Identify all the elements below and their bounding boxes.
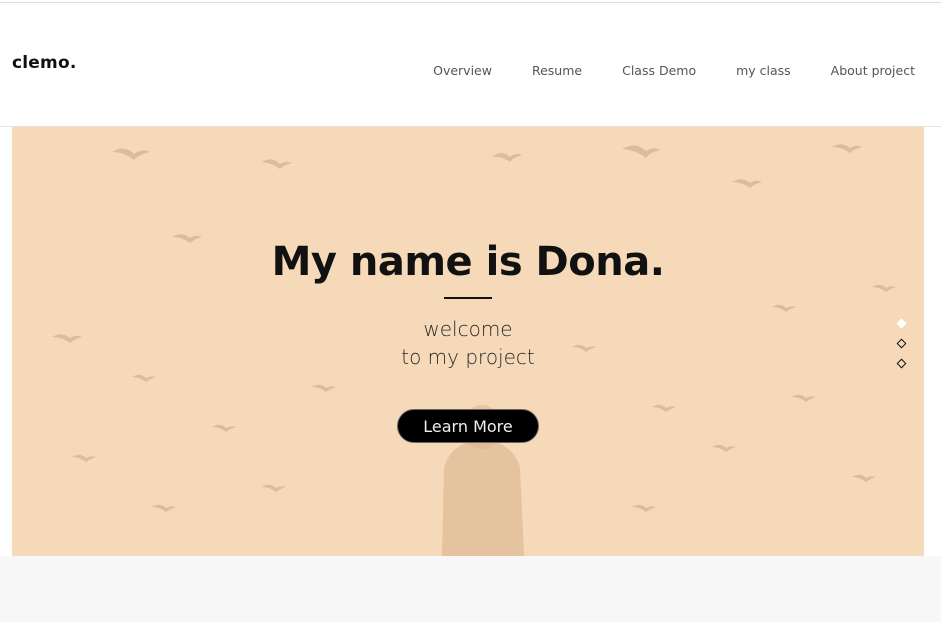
site-header: clemo. Overview Resume Class Demo my cla… — [0, 3, 941, 127]
nav-item-resume[interactable]: Resume — [532, 63, 582, 78]
nav-item-my-class[interactable]: my class — [736, 63, 791, 78]
page-gutter — [924, 127, 941, 556]
nav-item-overview[interactable]: Overview — [433, 63, 492, 78]
hero-subtitle-line-1: welcome — [423, 317, 513, 341]
hero-title: My name is Dona. — [271, 239, 665, 285]
next-section — [0, 556, 941, 622]
hero-background-image — [52, 144, 896, 556]
nav-item-about-project[interactable]: About project — [831, 63, 915, 78]
learn-more-button[interactable]: Learn More — [397, 409, 539, 443]
hero-section: My name is Dona. welcome to my project L… — [12, 127, 924, 556]
nav-item-class-demo[interactable]: Class Demo — [622, 63, 696, 78]
main-nav: Overview Resume Class Demo my class Abou… — [393, 63, 915, 78]
site-logo[interactable]: clemo. — [12, 53, 77, 73]
hero-subtitle-line-2: to my project — [401, 345, 535, 369]
hero-divider — [444, 297, 492, 299]
